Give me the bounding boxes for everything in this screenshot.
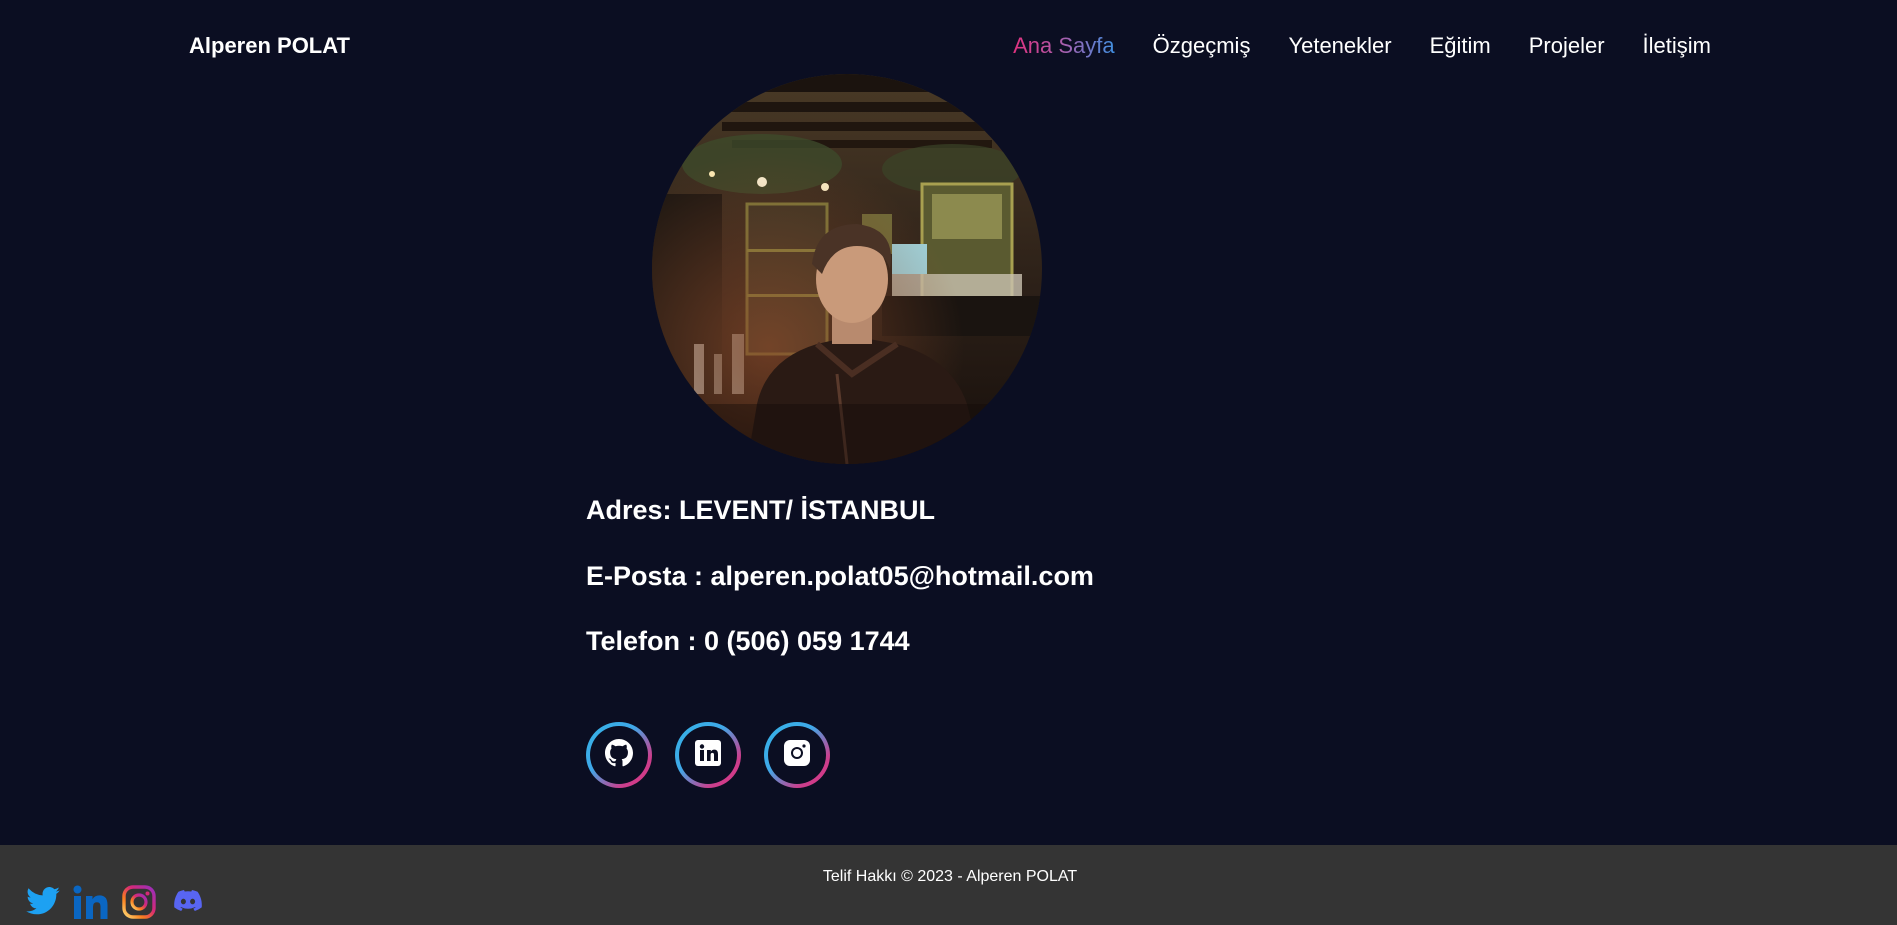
- site-footer: Telif Hakkı © 2023 - Alperen POLAT: [0, 845, 1897, 925]
- brand-link[interactable]: Alperen POLAT: [189, 33, 350, 59]
- discord-icon[interactable]: [174, 889, 202, 918]
- linkedin-button[interactable]: [675, 722, 741, 788]
- github-button[interactable]: [586, 722, 652, 788]
- nav-link-home[interactable]: Ana Sayfa: [1013, 33, 1115, 59]
- nav-link-skills[interactable]: Yetenekler: [1288, 33, 1391, 59]
- instagram-icon: [784, 739, 810, 771]
- site-header: Alperen POLAT Ana Sayfa Özgeçmiş Yetenek…: [0, 0, 1897, 92]
- nav-link-education[interactable]: Eğitim: [1430, 33, 1491, 59]
- contact-email: E-Posta : alperen.polat05@hotmail.com: [586, 561, 1094, 591]
- copyright-text: Telif Hakkı © 2023 - Alperen POLAT: [822, 868, 1078, 885]
- profile-photo: [652, 74, 1042, 464]
- contact-address: Adres: LEVENT/ İSTANBUL: [586, 495, 936, 525]
- contact-phone: Telefon : 0 (506) 059 1744: [586, 626, 910, 656]
- page: Alperen POLAT Ana Sayfa Özgeçmiş Yetenek…: [0, 0, 1897, 925]
- linkedin-button-inner: [679, 726, 737, 784]
- instagram-button-inner: [768, 726, 826, 784]
- linkedin-icon[interactable]: [73, 885, 109, 924]
- linkedin-icon: [695, 739, 721, 771]
- main-nav: Ana Sayfa Özgeçmiş Yetenekler Eğitim Pro…: [975, 33, 1711, 59]
- twitter-icon[interactable]: [26, 886, 60, 920]
- instagram-button[interactable]: [764, 722, 830, 788]
- github-icon: [605, 738, 633, 772]
- nav-link-resume[interactable]: Özgeçmiş: [1153, 33, 1251, 59]
- nav-link-contact[interactable]: İletişim: [1643, 33, 1711, 59]
- github-button-inner: [590, 726, 648, 784]
- instagram-icon[interactable]: [122, 885, 156, 924]
- nav-link-projects[interactable]: Projeler: [1529, 33, 1605, 59]
